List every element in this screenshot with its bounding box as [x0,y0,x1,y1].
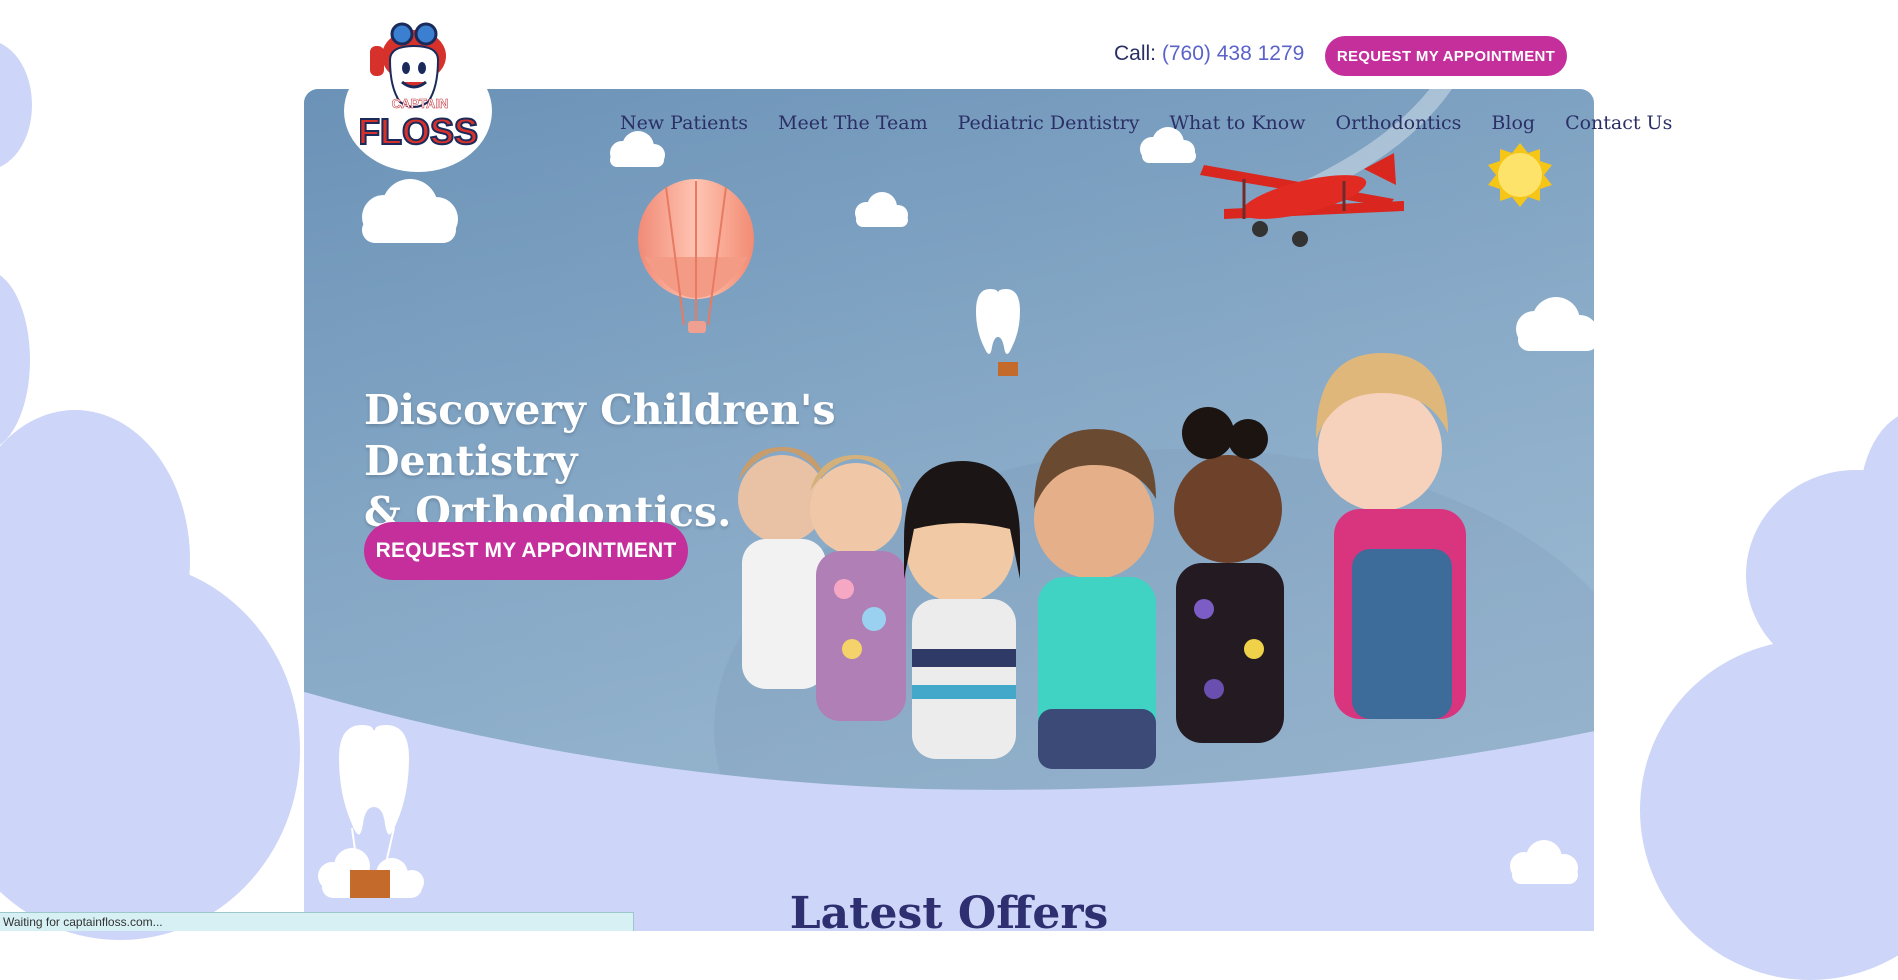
hero-heading: Discovery Children's Dentistry & Orthodo… [364,385,984,538]
request-appointment-button-hero[interactable]: REQUEST MY APPOINTMENT [364,522,688,580]
nav-item-blog[interactable]: Blog [1491,112,1535,134]
nav-item-meet-the-team[interactable]: Meet The Team [778,112,928,134]
logo-word-top: CAPTAIN [392,96,449,111]
call-info: Call: (760) 438 1279 [1114,42,1304,66]
nav-item-new-patients[interactable]: New Patients [620,112,748,134]
left-cloud-decoration-4 [0,560,300,940]
captain-floss-logo[interactable]: CAPTAIN FLOSS [360,16,480,158]
tooth-balloon-icon [318,722,424,898]
phone-link[interactable]: (760) 438 1279 [1162,42,1304,65]
left-cloud-decoration-1 [0,40,32,170]
hero-heading-line-1: Discovery Children's Dentistry [364,386,836,485]
request-appointment-button-header[interactable]: REQUEST MY APPOINTMENT [1325,36,1567,76]
nav-item-contact-us[interactable]: Contact Us [1565,112,1672,134]
main-nav: New Patients Meet The Team Pediatric Den… [620,112,1672,134]
browser-status-bar: Waiting for captainfloss.com... [0,912,634,931]
call-label: Call: [1114,42,1157,65]
cloud-icon [1510,840,1578,884]
logo-word-main: FLOSS [360,111,478,152]
nav-item-what-to-know[interactable]: What to Know [1169,112,1305,134]
nav-item-pediatric-dentistry[interactable]: Pediatric Dentistry [958,112,1140,134]
nav-item-orthodontics[interactable]: Orthodontics [1336,112,1462,134]
